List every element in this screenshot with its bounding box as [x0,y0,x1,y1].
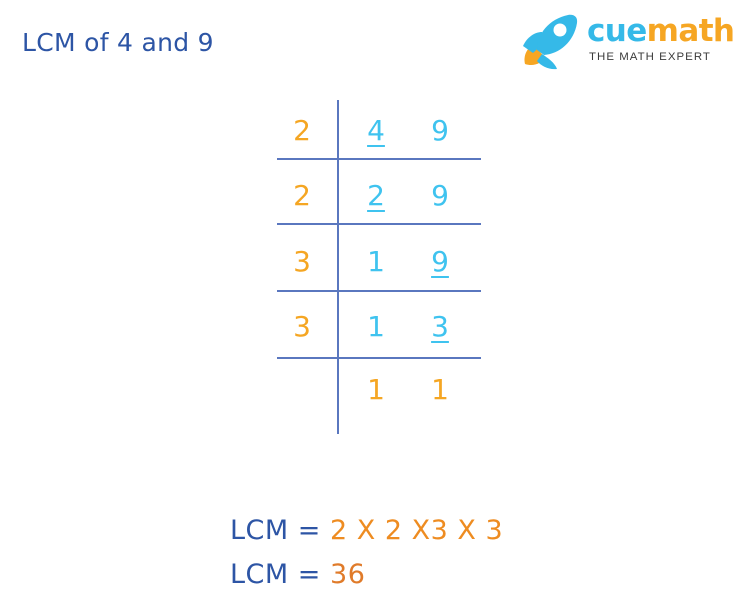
ladder-quotient: 2 [367,179,385,212]
ladder-vertical-rule [337,100,339,434]
logo-tagline: THE MATH EXPERT [589,51,711,63]
logo-wordmark: cuemath [587,14,733,48]
lcm-factors: 2 X 2 X3 X 3 [330,515,504,546]
ladder-divisor: 2 [293,114,311,147]
equals-sign: = [297,559,321,590]
lcm-value: 36 [330,559,366,590]
ladder-quotient: 1 [367,373,385,406]
ladder-rule-1 [277,158,481,160]
ladder-divisor: 3 [293,245,311,278]
rocket-icon [523,14,578,70]
logo-word-math: math [646,13,733,49]
equals-sign: = [297,515,321,546]
ladder-quotient: 9 [431,179,449,212]
ladder-divisor: 3 [293,310,311,343]
lcm-expression: LCM = 2 X 2 X3 X 3 [230,515,503,546]
lcm-value-line: LCM = 36 [230,559,365,590]
ladder-quotient: 3 [431,310,449,343]
ladder-quotient: 4 [367,114,385,147]
division-ladder: 2 4 9 2 2 9 3 1 9 3 1 3 1 1 [0,0,733,600]
lcm-illustration-canvas: LCM of 4 and 9 cuemath THE MATH EXPERT 2… [0,0,733,600]
ladder-rule-3 [277,290,481,292]
ladder-quotient: 9 [431,114,449,147]
page-title: LCM of 4 and 9 [22,28,214,57]
cuemath-logo: cuemath THE MATH EXPERT [519,10,733,72]
ladder-rule-2 [277,223,481,225]
lcm-label: LCM [230,515,289,546]
ladder-quotient: 1 [431,373,449,406]
ladder-quotient: 1 [367,310,385,343]
ladder-rule-4 [277,357,481,359]
ladder-quotient: 9 [431,245,449,278]
lcm-label: LCM [230,559,289,590]
ladder-divisor: 2 [293,179,311,212]
logo-word-cue: cue [587,13,647,49]
ladder-quotient: 1 [367,245,385,278]
